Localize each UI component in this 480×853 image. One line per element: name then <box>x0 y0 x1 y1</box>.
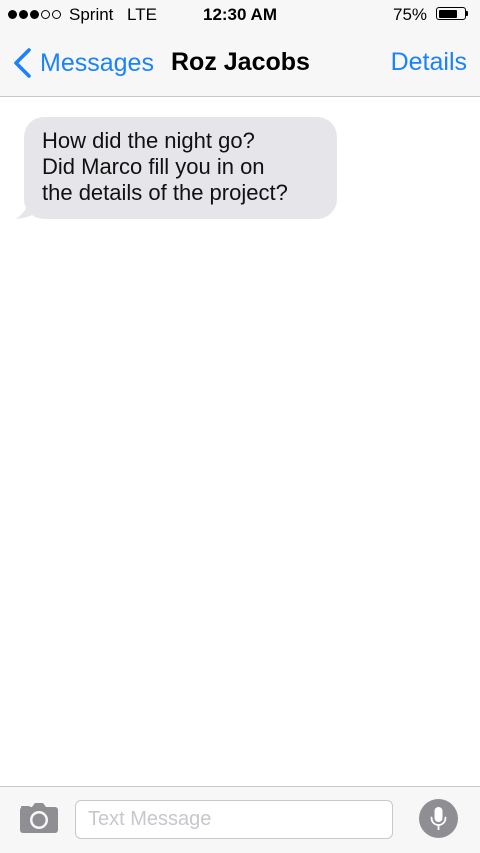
chevron-left-icon <box>14 48 31 78</box>
back-button-label: Messages <box>40 48 154 77</box>
camera-button[interactable] <box>19 802 59 834</box>
message-input-bar <box>0 786 480 853</box>
microphone-icon <box>430 807 447 830</box>
navigation-bar: Messages Roz Jacobs Details <box>0 30 480 97</box>
battery-icon <box>436 7 466 20</box>
back-button[interactable]: Messages <box>10 46 154 80</box>
conversation-title: Roz Jacobs <box>171 48 310 76</box>
battery-fill <box>438 9 457 18</box>
microphone-button[interactable] <box>419 799 458 838</box>
incoming-message[interactable]: How did the night go? Did Marco fill you… <box>16 117 337 219</box>
status-bar: Sprint LTE 12:30 AM 75% <box>0 0 480 30</box>
details-button[interactable]: Details <box>391 48 467 77</box>
message-text-field[interactable] <box>75 800 393 839</box>
battery-tip <box>466 11 468 16</box>
message-bubble-text: How did the night go? Did Marco fill you… <box>24 117 337 219</box>
battery-percentage: 75% <box>393 5 428 24</box>
camera-icon <box>20 803 58 833</box>
message-thread[interactable]: How did the night go? Did Marco fill you… <box>0 97 480 786</box>
